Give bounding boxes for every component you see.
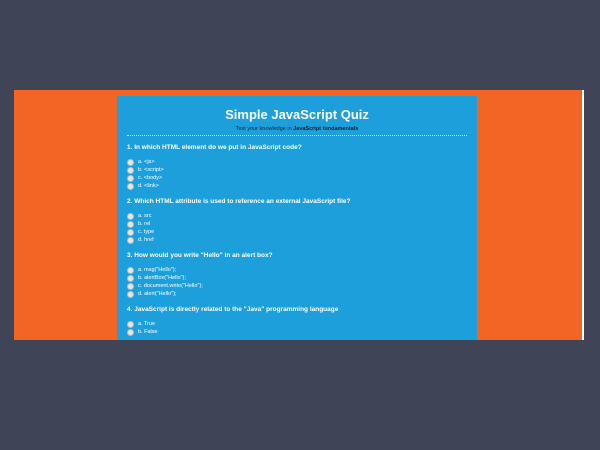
option-b[interactable]: b. <script>: [127, 166, 467, 174]
radio-button[interactable]: [127, 236, 134, 244]
question-text: 1. In which HTML element do we put in Ja…: [127, 144, 302, 151]
divider: [127, 135, 467, 136]
page-stage: Simple JavaScript Quiz Test your knowled…: [14, 90, 584, 340]
question-1: 1. In which HTML element do we put in Ja…: [127, 143, 467, 190]
radio-button[interactable]: [127, 158, 134, 166]
quiz-title: Simple JavaScript Quiz: [225, 107, 369, 122]
option-d[interactable]: d. href: [127, 236, 467, 244]
question-text: 3. How would you write "Hello" in an ale…: [127, 252, 273, 259]
option-label: c. <body>: [138, 175, 163, 181]
radio-button[interactable]: [127, 228, 134, 236]
option-b[interactable]: b. rel: [127, 220, 467, 228]
option-label: d. alert("Hello");: [138, 291, 177, 297]
option-label: a. <js>: [138, 159, 155, 165]
option-label: c. document.write("Hello");: [138, 283, 203, 289]
subtitle-bold: JavaScript fundamentals: [293, 126, 359, 132]
option-d[interactable]: d. <link>: [127, 182, 467, 190]
radio-button[interactable]: [127, 320, 134, 328]
option-label: b. alertBox("Hello");: [138, 275, 186, 281]
option-label: b. <script>: [138, 167, 164, 173]
question-3: 3. How would you write "Hello" in an ale…: [127, 251, 467, 298]
radio-button[interactable]: [127, 166, 134, 174]
option-label: c. type: [138, 229, 155, 235]
option-a[interactable]: a. <js>: [127, 158, 467, 166]
question-2: 2. Which HTML attribute is used to refer…: [127, 197, 467, 244]
option-c[interactable]: c. document.write("Hello");: [127, 282, 467, 290]
radio-button[interactable]: [127, 212, 134, 220]
option-label: a. src: [138, 213, 152, 219]
question-4: 4. JavaScript is directly related to the…: [127, 305, 467, 336]
radio-button[interactable]: [127, 174, 134, 182]
options-list: a. msg("Hello"); b. alertBox("Hello"); c…: [127, 266, 467, 298]
question-text: 2. Which HTML attribute is used to refer…: [127, 198, 351, 205]
option-label: b. False: [138, 329, 158, 335]
option-label: a. True: [138, 321, 156, 327]
option-label: a. msg("Hello");: [138, 267, 177, 273]
radio-button[interactable]: [127, 282, 134, 290]
option-a[interactable]: a. True: [127, 320, 467, 328]
radio-button[interactable]: [127, 274, 134, 282]
radio-button[interactable]: [127, 328, 134, 336]
option-b[interactable]: b. alertBox("Hello");: [127, 274, 467, 282]
question-text: 4. JavaScript is directly related to the…: [127, 306, 339, 313]
option-b[interactable]: b. False: [127, 328, 467, 336]
option-label: d. href: [138, 237, 154, 243]
option-c[interactable]: c. <body>: [127, 174, 467, 182]
option-d[interactable]: d. alert("Hello");: [127, 290, 467, 298]
option-label: b. rel: [138, 221, 151, 227]
radio-button[interactable]: [127, 290, 134, 298]
quiz-subtitle: Test your knowledge in JavaScript fundam…: [127, 125, 467, 133]
option-label: d. <link>: [138, 183, 159, 189]
options-list: a. src b. rel c. type d. href: [127, 212, 467, 244]
radio-button[interactable]: [127, 182, 134, 190]
options-list: a. <js> b. <script> c. <body> d. <link>: [127, 158, 467, 190]
subtitle-prefix: Test your knowledge in: [235, 126, 294, 132]
options-list: a. True b. False: [127, 320, 467, 336]
radio-button[interactable]: [127, 220, 134, 228]
radio-button[interactable]: [127, 266, 134, 274]
option-a[interactable]: a. src: [127, 212, 467, 220]
option-a[interactable]: a. msg("Hello");: [127, 266, 467, 274]
option-c[interactable]: c. type: [127, 228, 467, 236]
quiz-card: Simple JavaScript Quiz Test your knowled…: [117, 96, 477, 340]
